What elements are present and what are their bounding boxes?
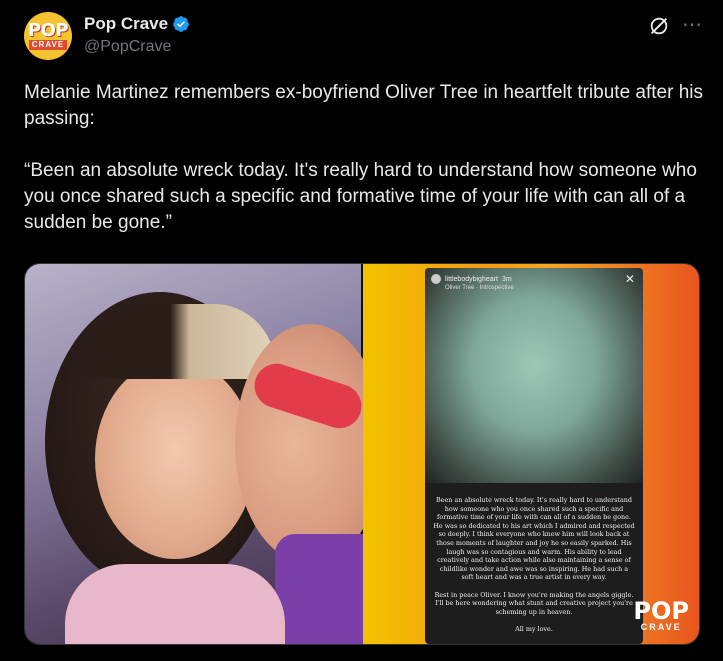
story-avatar-icon [430, 274, 441, 284]
author-handle[interactable]: @PopCrave [84, 38, 171, 56]
photo-story-screenshot[interactable]: littlebodybigheart 3m Oliver Tree · Intr… [362, 264, 699, 644]
avatar[interactable]: POP CRAVE [24, 12, 72, 60]
watermark-logo: POP CRAVE [633, 597, 689, 632]
story-caption: Been an absolute wreck today. It's reall… [433, 496, 635, 633]
author-name[interactable]: Pop Crave [84, 14, 168, 34]
face-shape [95, 359, 255, 559]
watermark-bottom: CRAVE [640, 622, 682, 632]
story-song: Oliver Tree · Introspective [444, 285, 514, 291]
story-header: littlebodybigheart 3m [430, 274, 512, 284]
purple-shirt-shape [275, 534, 375, 644]
tweet-media[interactable]: littlebodybigheart 3m Oliver Tree · Intr… [24, 263, 700, 645]
photo-couple[interactable] [25, 264, 385, 644]
bangs-shape [85, 304, 275, 379]
pink-top-shape [65, 564, 285, 644]
verified-badge-icon [173, 16, 189, 32]
tweet-text: Melanie Martinez remembers ex-boyfriend … [24, 82, 703, 233]
instagram-story: littlebodybigheart 3m Oliver Tree · Intr… [424, 268, 643, 644]
story-image [424, 268, 643, 483]
avatar-logo-bottom: CRAVE [28, 39, 68, 50]
more-icon[interactable]: ⋯ [682, 12, 703, 37]
author-row: Pop Crave [84, 14, 190, 34]
story-close-icon: ✕ [624, 272, 635, 286]
story-username: littlebodybigheart [444, 275, 498, 283]
watermark-top: POP [633, 597, 689, 625]
avatar-logo-top: POP [27, 19, 69, 41]
grok-icon[interactable] [648, 15, 670, 37]
story-time: 3m [501, 275, 512, 283]
